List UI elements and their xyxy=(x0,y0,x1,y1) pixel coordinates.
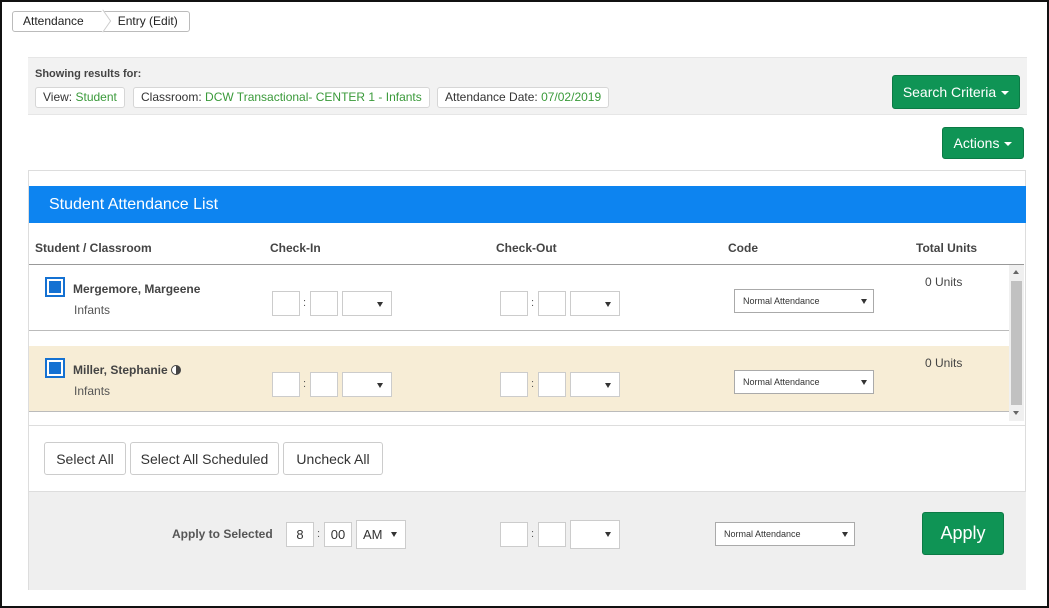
view-chip: View: Student xyxy=(35,87,125,108)
time-colon: : xyxy=(531,378,535,390)
check-out-hour-input[interactable] xyxy=(500,291,528,316)
column-header-student: Student / Classroom xyxy=(35,241,152,255)
uncheck-all-button[interactable]: Uncheck All xyxy=(283,442,383,475)
classroom-chip: Classroom: DCW Transactional- CENTER 1 -… xyxy=(133,87,430,108)
dropdown-arrow-icon xyxy=(605,302,611,307)
classroom-chip-key: Classroom: xyxy=(141,90,202,104)
column-header-total-units: Total Units xyxy=(916,241,978,255)
scroll-down-icon[interactable] xyxy=(1013,411,1019,415)
date-chip-value: 07/02/2019 xyxy=(541,90,602,104)
row-divider xyxy=(29,330,1009,331)
time-colon: : xyxy=(303,378,307,390)
student-name-text: Miller, Stephanie xyxy=(73,363,168,377)
check-in-minute-input[interactable] xyxy=(310,372,338,397)
breadcrumb: Attendance Entry (Edit) xyxy=(12,11,190,32)
dropdown-arrow-icon xyxy=(842,532,848,537)
page-frame: Attendance Entry (Edit) Showing results … xyxy=(0,0,1049,608)
actions-button[interactable]: Actions xyxy=(942,127,1024,159)
apply-ampm-select[interactable]: AM xyxy=(356,520,406,549)
attendance-code-select[interactable]: Normal Attendance xyxy=(734,370,874,394)
check-out-hour-input[interactable] xyxy=(500,372,528,397)
check-in-ampm-select[interactable] xyxy=(342,291,392,316)
row-divider xyxy=(29,411,1009,412)
attendance-code-select[interactable]: Normal Attendance xyxy=(734,289,874,313)
apply-checkout-hour-input[interactable] xyxy=(500,522,528,547)
row-checkbox[interactable] xyxy=(45,358,65,378)
select-all-scheduled-button[interactable]: Select All Scheduled xyxy=(130,442,279,475)
table-row: Mergemore, Margeene Infants : : Normal A… xyxy=(29,265,1009,331)
apply-checkout-ampm-select[interactable] xyxy=(570,520,620,549)
dropdown-arrow-icon xyxy=(391,532,397,537)
date-chip: Attendance Date: 07/02/2019 xyxy=(437,87,610,108)
scroll-up-icon[interactable] xyxy=(1013,270,1019,274)
row-checkbox[interactable] xyxy=(45,277,65,297)
results-summary-panel: Showing results for: View: Student Class… xyxy=(28,57,1027,115)
caret-down-icon xyxy=(1004,142,1013,146)
half-circle-icon xyxy=(170,365,181,375)
attendance-code-value: Normal Attendance xyxy=(743,296,820,306)
check-out-minute-input[interactable] xyxy=(538,291,566,316)
student-name[interactable]: Miller, Stephanie xyxy=(73,363,181,377)
view-chip-value: Student xyxy=(75,90,117,104)
check-in-ampm-select[interactable] xyxy=(342,372,392,397)
total-units: 0 Units xyxy=(925,275,963,289)
dropdown-arrow-icon xyxy=(861,299,867,304)
apply-code-select[interactable]: Normal Attendance xyxy=(715,522,855,546)
apply-code-value: Normal Attendance xyxy=(724,529,801,539)
view-chip-key: View: xyxy=(43,90,73,104)
scroll-thumb[interactable] xyxy=(1011,281,1022,405)
breadcrumb-attendance[interactable]: Attendance xyxy=(13,12,98,31)
student-name[interactable]: Mergemore, Margeene xyxy=(73,282,200,296)
list-scrollbar[interactable] xyxy=(1009,265,1024,421)
results-label: Showing results for: xyxy=(35,68,142,80)
breadcrumb-separator-icon xyxy=(98,11,108,32)
time-colon: : xyxy=(531,297,535,309)
apply-hour-input[interactable]: 8 xyxy=(286,522,314,547)
apply-to-selected-label: Apply to Selected xyxy=(172,527,273,541)
column-header-check-out: Check-Out xyxy=(496,241,557,255)
dropdown-arrow-icon xyxy=(605,383,611,388)
caret-down-icon xyxy=(1001,91,1010,95)
select-all-button[interactable]: Select All xyxy=(44,442,126,475)
list-bottom-divider xyxy=(29,425,1026,426)
check-in-hour-input[interactable] xyxy=(272,372,300,397)
search-criteria-label: Search Criteria xyxy=(902,84,997,100)
time-colon: : xyxy=(531,528,535,540)
apply-minute-input[interactable]: 00 xyxy=(324,522,352,547)
student-classroom: Infants xyxy=(74,303,111,317)
check-in-minute-input[interactable] xyxy=(310,291,338,316)
list-title: Student Attendance List xyxy=(29,186,1026,223)
check-out-ampm-select[interactable] xyxy=(570,291,620,316)
actions-label: Actions xyxy=(953,135,1000,151)
breadcrumb-entry-edit: Entry (Edit) xyxy=(117,14,178,28)
classroom-chip-value: DCW Transactional- CENTER 1 - Infants xyxy=(205,90,422,104)
column-header-code: Code xyxy=(728,241,758,255)
attendance-code-value: Normal Attendance xyxy=(743,377,820,387)
apply-ampm-value: AM xyxy=(363,527,383,542)
table-row: Miller, Stephanie Infants : : Normal Att… xyxy=(29,346,1009,412)
dropdown-arrow-icon xyxy=(377,383,383,388)
dropdown-arrow-icon xyxy=(861,380,867,385)
time-colon: : xyxy=(317,528,321,540)
apply-checkout-minute-input[interactable] xyxy=(538,522,566,547)
date-chip-key: Attendance Date: xyxy=(445,90,538,104)
student-classroom: Infants xyxy=(74,384,111,398)
apply-to-selected-panel: Apply to Selected 8 : 00 AM : Normal Att… xyxy=(29,491,1026,590)
total-units: 0 Units xyxy=(925,356,963,370)
search-criteria-button[interactable]: Search Criteria xyxy=(892,75,1020,109)
dropdown-arrow-icon xyxy=(605,532,611,537)
attendance-list-panel: Student Attendance List Student / Classr… xyxy=(28,170,1026,590)
check-in-hour-input[interactable] xyxy=(272,291,300,316)
column-header-check-in: Check-In xyxy=(270,241,321,255)
check-out-ampm-select[interactable] xyxy=(570,372,620,397)
check-out-minute-input[interactable] xyxy=(538,372,566,397)
apply-button[interactable]: Apply xyxy=(922,512,1004,555)
dropdown-arrow-icon xyxy=(377,302,383,307)
time-colon: : xyxy=(303,297,307,309)
